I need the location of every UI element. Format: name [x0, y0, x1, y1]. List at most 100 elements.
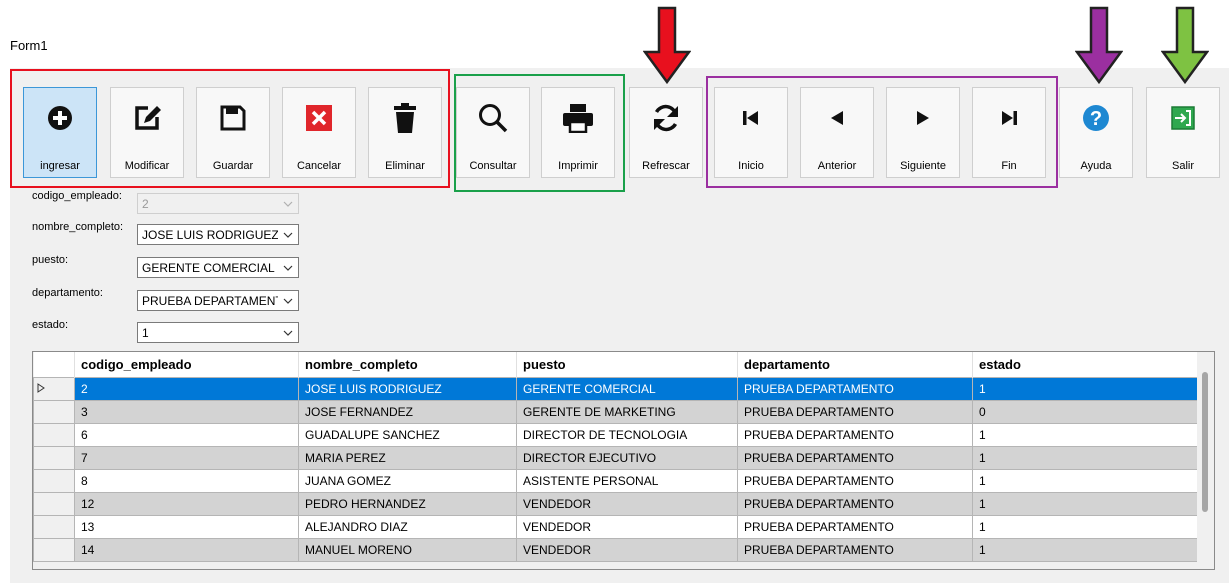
current-row-icon: [37, 382, 45, 396]
table-cell[interactable]: VENDEDOR: [516, 514, 738, 539]
ayuda-arrow: [1075, 6, 1123, 84]
row-header[interactable]: [33, 537, 75, 562]
table-cell[interactable]: 1: [972, 491, 1198, 516]
table-cell[interactable]: JOSE LUIS RODRIGUEZ: [298, 376, 517, 401]
table-cell[interactable]: 0: [972, 399, 1198, 424]
table-row[interactable]: 2 JOSE LUIS RODRIGUEZ GERENTE COMERCIAL PRU…: [33, 376, 1198, 401]
column-header[interactable]: estado: [972, 352, 1198, 377]
table-cell[interactable]: DIRECTOR DE TECNOLOGIA: [516, 422, 738, 447]
chevron-down-icon[interactable]: [283, 327, 293, 341]
table-cell[interactable]: 1: [972, 468, 1198, 493]
refrescar-button[interactable]: Refrescar: [629, 87, 703, 178]
table-cell[interactable]: PRUEBA DEPARTAMENTO: [737, 468, 973, 493]
chevron-down-icon[interactable]: [283, 295, 293, 309]
table-cell[interactable]: ASISTENTE PERSONAL: [516, 468, 738, 493]
table-cell[interactable]: PRUEBA DEPARTAMENTO: [737, 376, 973, 401]
field-combobox[interactable]: JOSE LUIS RODRIGUEZ: [137, 224, 299, 245]
column-header[interactable]: codigo_empleado: [74, 352, 299, 377]
table-cell[interactable]: 13: [74, 514, 299, 539]
window-title: Form1: [10, 38, 48, 53]
row-header[interactable]: [33, 445, 75, 470]
table-cell[interactable]: PRUEBA DEPARTAMENTO: [737, 537, 973, 562]
table-cell[interactable]: PRUEBA DEPARTAMENTO: [737, 491, 973, 516]
table-cell[interactable]: PRUEBA DEPARTAMENTO: [737, 422, 973, 447]
field-value: PRUEBA DEPARTAMENTO: [142, 294, 278, 308]
svg-text:?: ?: [1090, 108, 1102, 130]
row-header[interactable]: [33, 514, 75, 539]
field-combobox[interactable]: GERENTE COMERCIAL: [137, 257, 299, 278]
table-cell[interactable]: 6: [74, 422, 299, 447]
table-row[interactable]: 7 MARIA PEREZ DIRECTOR EJECUTIVO PRUEBA DEP…: [33, 445, 1198, 470]
scrollbar-thumb[interactable]: [1202, 372, 1208, 512]
field-combobox[interactable]: 1: [137, 322, 299, 343]
row-header[interactable]: [33, 376, 75, 401]
row-header-corner: [33, 352, 75, 377]
row-header[interactable]: [33, 468, 75, 493]
field-label: nombre_completo:: [32, 221, 124, 233]
table-cell[interactable]: 14: [74, 537, 299, 562]
field-value: JOSE LUIS RODRIGUEZ: [142, 228, 278, 242]
exit-icon: [1147, 100, 1219, 136]
row-header[interactable]: [33, 399, 75, 424]
help-icon: ?: [1060, 100, 1132, 136]
query-group-outline: [454, 74, 625, 192]
chevron-down-icon[interactable]: [283, 262, 293, 276]
salir-button[interactable]: Salir: [1146, 87, 1220, 178]
table-cell[interactable]: 7: [74, 445, 299, 470]
table-row[interactable]: 13 ALEJANDRO DIAZ VENDEDOR PRUEBA DEPARTAME…: [33, 514, 1198, 539]
table-cell[interactable]: MANUEL MORENO: [298, 537, 517, 562]
column-header[interactable]: nombre_completo: [298, 352, 517, 377]
table-row[interactable]: 3 JOSE FERNANDEZ GERENTE DE MARKETING PRUEB…: [33, 399, 1198, 424]
table-cell[interactable]: JOSE FERNANDEZ: [298, 399, 517, 424]
table-cell[interactable]: 1: [972, 514, 1198, 539]
row-header[interactable]: [33, 491, 75, 516]
table-cell[interactable]: 3: [74, 399, 299, 424]
table-cell[interactable]: VENDEDOR: [516, 491, 738, 516]
chevron-down-icon[interactable]: [283, 229, 293, 243]
row-header[interactable]: [33, 422, 75, 447]
table-cell[interactable]: JUANA GOMEZ: [298, 468, 517, 493]
column-header[interactable]: departamento: [737, 352, 973, 377]
refrescar-arrow: [643, 6, 691, 84]
button-label: Salir: [1171, 160, 1194, 172]
table-cell[interactable]: 1: [972, 445, 1198, 470]
ayuda-button[interactable]: ? Ayuda: [1059, 87, 1133, 178]
field-label: codigo_empleado:: [32, 190, 122, 202]
navigation-group-outline: [706, 76, 1058, 188]
table-cell[interactable]: 1: [972, 537, 1198, 562]
table-cell[interactable]: 2: [74, 376, 299, 401]
field-value: 1: [142, 326, 149, 340]
salir-arrow: [1161, 6, 1209, 84]
field-combobox: 2: [137, 193, 299, 214]
table-cell[interactable]: PEDRO HERNANDEZ: [298, 491, 517, 516]
table-row[interactable]: 8 JUANA GOMEZ ASISTENTE PERSONAL PRUEBA DEP…: [33, 468, 1198, 493]
field-combobox[interactable]: PRUEBA DEPARTAMENTO: [137, 290, 299, 311]
table-row[interactable]: 14 MANUEL MORENO VENDEDOR PRUEBA DEPARTAMEN…: [33, 537, 1198, 562]
table-cell[interactable]: 1: [972, 422, 1198, 447]
table-cell[interactable]: GERENTE COMERCIAL: [516, 376, 738, 401]
table-cell[interactable]: VENDEDOR: [516, 537, 738, 562]
table-cell[interactable]: PRUEBA DEPARTAMENTO: [737, 514, 973, 539]
grid-table: codigo_empleado nombre_completo puesto depa…: [33, 352, 1198, 562]
table-cell[interactable]: GERENTE DE MARKETING: [516, 399, 738, 424]
table-cell[interactable]: GUADALUPE SANCHEZ: [298, 422, 517, 447]
employee-grid[interactable]: codigo_empleado nombre_completo puesto depa…: [32, 351, 1215, 570]
chevron-down-icon[interactable]: [283, 198, 293, 212]
grid-vertical-scrollbar[interactable]: [1197, 352, 1214, 569]
field-label: estado:: [32, 319, 69, 331]
table-cell[interactable]: DIRECTOR EJECUTIVO: [516, 445, 738, 470]
table-cell[interactable]: PRUEBA DEPARTAMENTO: [737, 445, 973, 470]
edit-group-outline: [10, 69, 450, 188]
table-cell[interactable]: 8: [74, 468, 299, 493]
field-value: GERENTE COMERCIAL: [142, 261, 275, 275]
table-cell[interactable]: PRUEBA DEPARTAMENTO: [737, 399, 973, 424]
table-cell[interactable]: MARIA PEREZ: [298, 445, 517, 470]
button-label: Ayuda: [1080, 160, 1112, 172]
table-row[interactable]: 6 GUADALUPE SANCHEZ DIRECTOR DE TECNOLOGIA…: [33, 422, 1198, 447]
table-cell[interactable]: 12: [74, 491, 299, 516]
table-cell[interactable]: ALEJANDRO DIAZ: [298, 514, 517, 539]
table-cell[interactable]: 1: [972, 376, 1198, 401]
table-row[interactable]: 12 PEDRO HERNANDEZ VENDEDOR PRUEBA DEPARTAM…: [33, 491, 1198, 516]
field-label: departamento:: [32, 287, 103, 299]
column-header[interactable]: puesto: [516, 352, 738, 377]
